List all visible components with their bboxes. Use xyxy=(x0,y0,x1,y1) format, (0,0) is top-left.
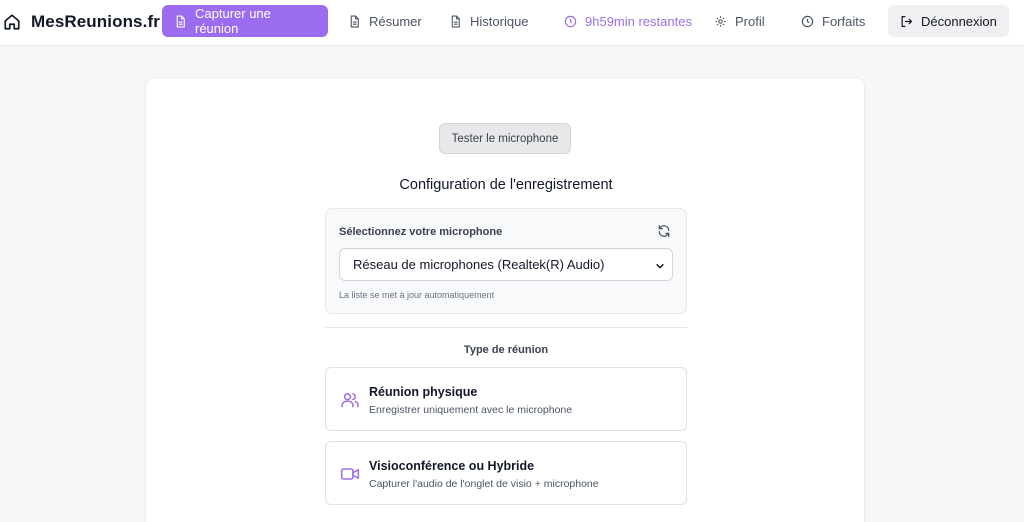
nav-history-label: Historique xyxy=(470,13,529,29)
logout-label: Déconnexion xyxy=(921,13,997,29)
chevron-down-icon xyxy=(656,264,664,269)
option-title: Réunion physique xyxy=(369,385,478,399)
document-icon xyxy=(451,15,460,27)
microphone-panel: Sélectionnez votre microphone Réseau de … xyxy=(325,208,687,314)
time-remaining-label: 9h59min restantes xyxy=(585,13,692,29)
option-description: Capturer l'audio de l'onglet de visio + … xyxy=(369,478,599,490)
nav-profile-label: Profil xyxy=(735,13,765,29)
gear-icon xyxy=(715,15,726,27)
brand[interactable]: MesReunions.fr xyxy=(3,11,160,33)
nav-capture-label: Capturer une réunion xyxy=(195,6,271,36)
nav-history[interactable]: Historique xyxy=(437,5,541,37)
video-icon xyxy=(340,468,360,480)
brand-name: MesReunions.fr xyxy=(31,12,160,31)
divider xyxy=(325,327,687,328)
nav-profile[interactable]: Profil xyxy=(702,5,777,37)
meeting-type-video-hybrid[interactable]: Visioconférence ou Hybride Capturer l'au… xyxy=(325,441,687,505)
option-title: Visioconférence ou Hybride xyxy=(369,459,535,473)
meeting-type-physical[interactable]: Réunion physique Enregistrer uniquement … xyxy=(325,367,687,431)
refresh-icon[interactable] xyxy=(657,224,671,238)
microphone-hint: La liste se met à jour automatiquement xyxy=(339,290,495,300)
section-title: Configuration de l'enregistrement xyxy=(399,177,613,193)
microphone-selected-value: Réseau de microphones (Realtek(R) Audio) xyxy=(353,257,605,272)
nav-summarize-label: Résumer xyxy=(369,13,422,29)
test-microphone-button[interactable]: Tester le microphone xyxy=(439,123,571,154)
clock-icon xyxy=(801,15,814,27)
time-remaining: 9h59min restantes xyxy=(552,5,704,37)
top-navigation-bar: MesReunions.fr Capturer une réunion Résu… xyxy=(0,0,1024,46)
meeting-type-label: Type de réunion xyxy=(463,344,549,356)
clock-icon xyxy=(564,15,577,27)
document-icon xyxy=(350,15,359,27)
users-icon xyxy=(341,393,359,408)
logout-icon xyxy=(901,15,912,27)
document-icon xyxy=(176,15,185,27)
recording-config-card: Tester le microphone Configuration de l'… xyxy=(145,77,865,522)
option-description: Enregistrer uniquement avec le microphon… xyxy=(369,404,573,416)
logout-button[interactable]: Déconnexion xyxy=(888,5,1009,37)
microphone-select[interactable]: Réseau de microphones (Realtek(R) Audio) xyxy=(339,248,673,281)
nav-summarize[interactable]: Résumer xyxy=(336,5,434,37)
nav-capture-meeting[interactable]: Capturer une réunion xyxy=(162,5,328,37)
home-icon xyxy=(4,14,20,30)
nav-plans-label: Forfaits xyxy=(822,13,866,29)
nav-plans[interactable]: Forfaits xyxy=(789,5,877,37)
microphone-label: Sélectionnez votre microphone xyxy=(339,226,503,238)
